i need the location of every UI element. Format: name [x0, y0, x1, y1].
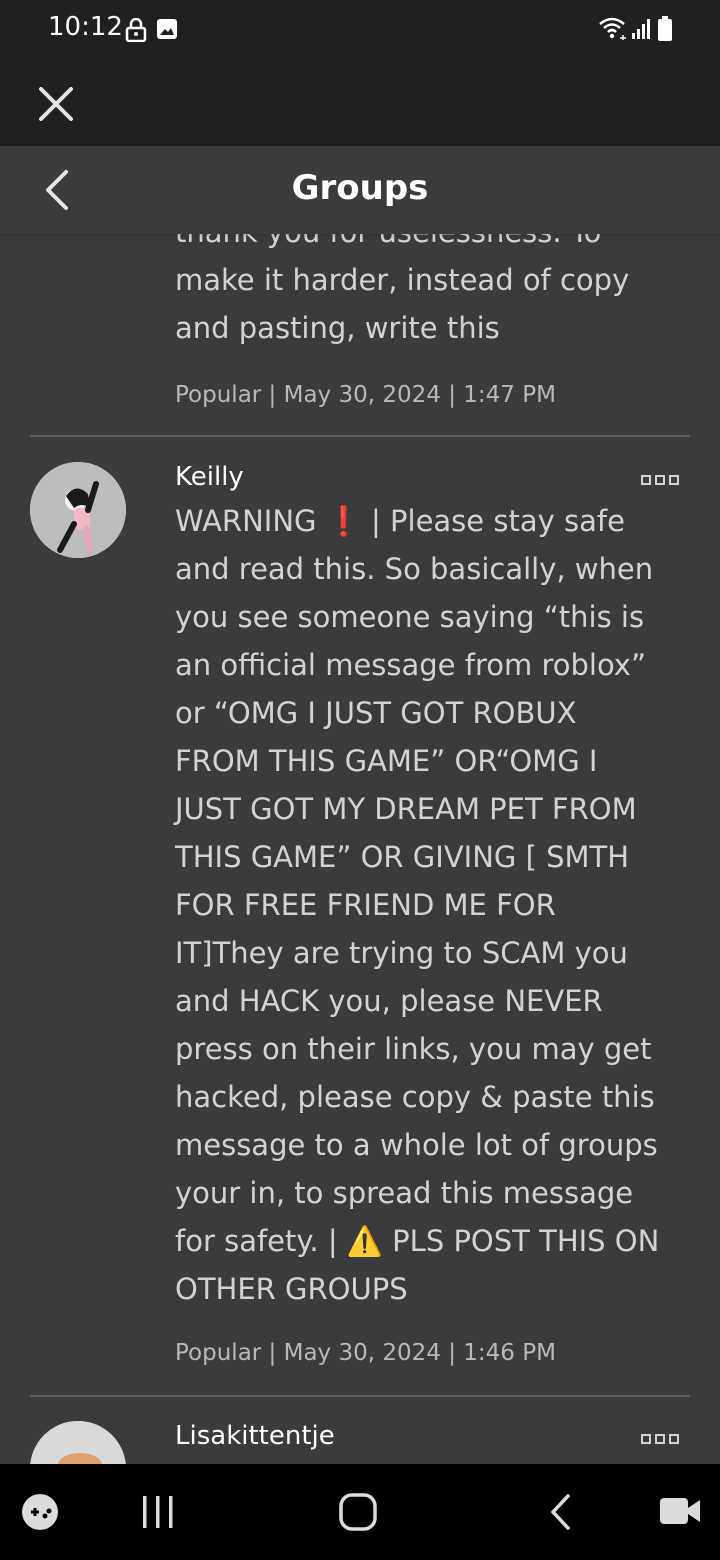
battery-icon — [658, 16, 672, 41]
page-header: Groups — [0, 146, 720, 234]
more-icon — [641, 1434, 679, 1444]
video-icon[interactable] — [658, 1494, 702, 1528]
more-options-button[interactable] — [640, 472, 680, 488]
post-username[interactable]: Lisakittentje — [175, 1421, 335, 1451]
app-top-bar — [0, 60, 720, 146]
lock-icon — [125, 18, 147, 42]
page-title: Groups — [291, 168, 429, 208]
post-meta: Popular | May 30, 2024 | 1:47 PM — [175, 382, 556, 408]
avatar-image — [30, 462, 126, 558]
post-divider — [30, 1395, 690, 1397]
status-time: 10:12 — [48, 12, 123, 42]
post-divider — [30, 435, 690, 437]
signal-icon — [632, 19, 650, 39]
post-meta: Popular | May 30, 2024 | 1:46 PM — [175, 1340, 556, 1366]
more-icon — [641, 475, 679, 485]
wifi-icon — [599, 17, 626, 40]
status-bar: 10:12 — [0, 0, 720, 60]
post-username[interactable]: Keilly — [175, 462, 244, 492]
more-options-button[interactable] — [640, 1431, 680, 1447]
home-icon[interactable] — [338, 1492, 378, 1532]
image-icon — [157, 19, 177, 39]
post-body: WARNING ❗ | Please stay safe and read th… — [175, 504, 660, 1306]
recent-apps-icon[interactable] — [138, 1494, 178, 1530]
game-launcher-icon[interactable] — [20, 1492, 60, 1532]
avatar[interactable] — [30, 1421, 126, 1464]
close-button[interactable] — [32, 80, 80, 128]
group-wall-feed[interactable]: thank you for uselessness. To make it ha… — [0, 234, 720, 1464]
back-icon[interactable] — [545, 1492, 575, 1532]
system-nav-bar — [0, 1464, 720, 1560]
avatar[interactable] — [30, 462, 126, 558]
close-icon — [39, 87, 73, 121]
avatar-image — [30, 1421, 126, 1464]
post-body: thank you for uselessness. To make it ha… — [175, 234, 630, 345]
